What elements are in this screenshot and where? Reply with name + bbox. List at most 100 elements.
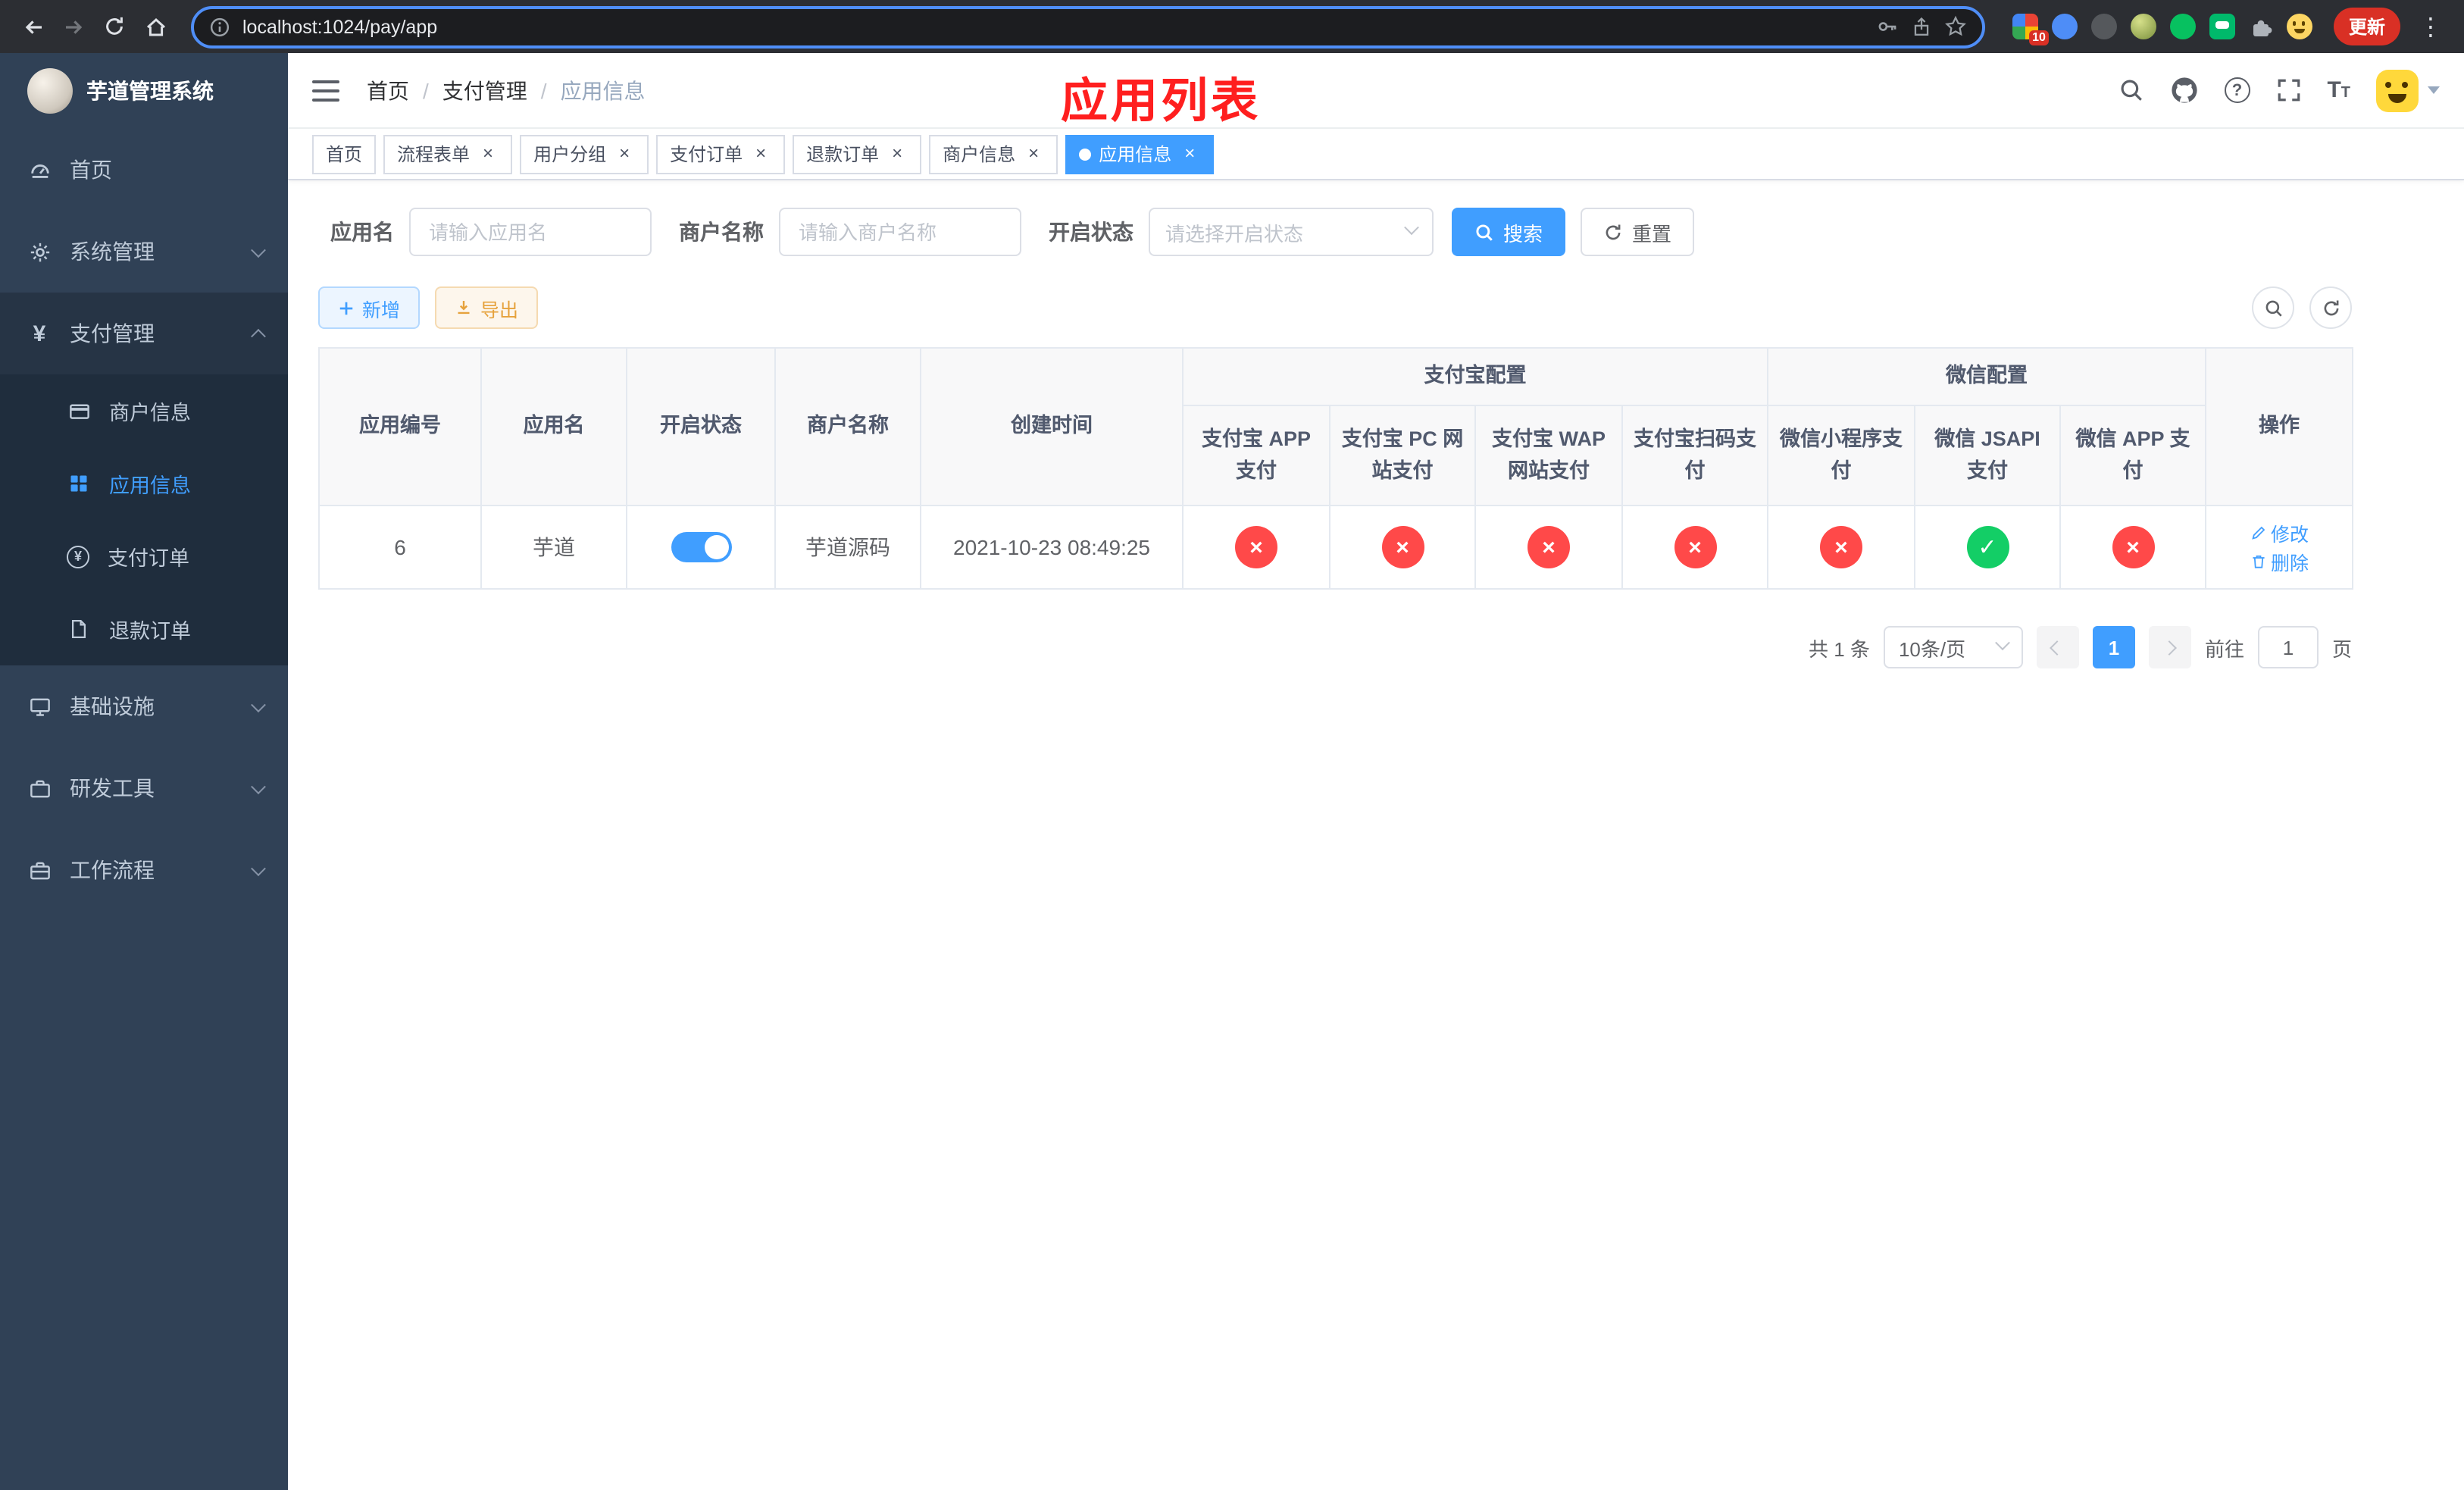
next-page-button[interactable] [2148, 626, 2191, 668]
fullscreen-icon[interactable] [2275, 77, 2301, 103]
merchant-name-label: 商户名称 [679, 220, 764, 244]
search-button[interactable]: 搜索 [1452, 208, 1566, 256]
gear-icon [27, 239, 52, 264]
wx-mini-cross-icon: × [1820, 526, 1862, 568]
reload-icon[interactable] [94, 6, 135, 47]
tab-pay-order[interactable]: 支付订单 × [656, 134, 786, 174]
page-size-select[interactable]: 10条/页 [1883, 626, 2023, 668]
status-select[interactable]: 请选择开启状态 [1149, 208, 1434, 256]
user-avatar-menu[interactable] [2376, 69, 2440, 111]
reset-button[interactable]: 重置 [1581, 208, 1695, 256]
page-number-1[interactable]: 1 [2092, 626, 2135, 668]
password-key-icon[interactable] [1876, 15, 1899, 38]
close-icon[interactable]: × [1179, 142, 1200, 164]
chevron-left-icon [2050, 640, 2065, 655]
browser-update-button[interactable]: 更新 [2333, 8, 2400, 45]
merchant-name-input[interactable] [779, 208, 1021, 256]
cell-app-name: 芋道 [480, 505, 627, 590]
puzzle-extensions-icon[interactable] [2249, 14, 2273, 39]
tab-flow-form[interactable]: 流程表单 × [383, 134, 513, 174]
close-icon[interactable]: × [614, 142, 635, 164]
sidebar-item-app-info[interactable]: 应用信息 [0, 447, 288, 520]
caret-down-icon [2428, 86, 2440, 94]
sidebar-item-label: 支付管理 [70, 321, 155, 346]
tab-label: 流程表单 [397, 144, 471, 165]
home-icon[interactable] [135, 6, 176, 47]
tab-app-info[interactable]: 应用信息 × [1065, 134, 1215, 174]
refresh-table-button[interactable] [2309, 286, 2352, 329]
page-size-value: 10条/页 [1898, 637, 1966, 660]
sidebar-item-label: 应用信息 [109, 474, 191, 497]
app-name-input[interactable] [409, 208, 652, 256]
status-toggle[interactable] [671, 532, 731, 562]
sidebar-item-refund-order[interactable]: 退款订单 [0, 593, 288, 665]
app-logo[interactable]: 芋道管理系统 [0, 53, 288, 129]
sidebar-item-label: 基础设施 [70, 694, 155, 718]
extension-green-circle-icon[interactable] [2169, 14, 2196, 39]
browser-menu-icon[interactable]: ⋮ [2409, 11, 2452, 42]
bookmark-star-icon[interactable] [1944, 15, 1967, 38]
goto-label: 前往 [2204, 637, 2244, 660]
font-size-icon[interactable]: TT [2327, 79, 2350, 102]
payment-menu-group: ¥ 支付管理 商户信息 应用信息 ¥ 支付订单 退款订单 [0, 293, 288, 665]
extension-blue-icon[interactable] [2051, 14, 2078, 39]
goto-page-input[interactable] [2257, 626, 2319, 668]
tab-label: 应用信息 [1099, 144, 1172, 165]
close-icon[interactable]: × [750, 142, 771, 164]
sidebar-item-infra[interactable]: 基础设施 [0, 665, 288, 747]
search-icon[interactable] [2118, 77, 2143, 103]
cell-app-id: 6 [318, 505, 482, 590]
tab-home[interactable]: 首页 [312, 134, 377, 174]
tab-merchant-info[interactable]: 商户信息 × [929, 134, 1058, 174]
extension-avatar-icon[interactable] [2130, 14, 2156, 39]
sidebar-toggle-icon[interactable] [312, 80, 339, 101]
wx-app-cross-icon: × [2112, 526, 2154, 568]
tab-refund-order[interactable]: 退款订单 × [793, 134, 922, 174]
tab-label: 首页 [326, 144, 363, 165]
extension-chat-icon[interactable] [2209, 14, 2235, 39]
extension-dark-icon[interactable] [2090, 14, 2117, 39]
export-button[interactable]: 导出 [435, 286, 539, 329]
col-header-alipay-qr: 支付宝扫码支付 [1621, 405, 1768, 506]
extension-grid-icon[interactable]: 10 [2012, 14, 2049, 45]
alipay-pc-cross-icon: × [1381, 526, 1424, 568]
sidebar-item-payment[interactable]: ¥ 支付管理 [0, 293, 288, 374]
close-icon[interactable]: × [1023, 142, 1044, 164]
prev-page-button[interactable] [2036, 626, 2079, 668]
forward-icon[interactable] [53, 6, 94, 47]
sidebar-item-workflow[interactable]: 工作流程 [0, 829, 288, 911]
github-icon[interactable] [2169, 76, 2198, 105]
chevron-up-icon [251, 327, 266, 343]
sidebar-item-system[interactable]: 系统管理 [0, 211, 288, 293]
sidebar-item-merchant-info[interactable]: 商户信息 [0, 374, 288, 447]
emoji-extension-icon[interactable] [2286, 14, 2312, 39]
col-header-name: 应用名 [480, 347, 627, 506]
screen: localhost:1024/pay/app 10 更新 ⋮ 芋道管理系统 首页… [0, 0, 2464, 1490]
close-icon[interactable]: × [886, 142, 908, 164]
share-icon[interactable] [1911, 16, 1932, 37]
breadcrumb-payment[interactable]: 支付管理 [442, 75, 527, 105]
chevron-down-icon [1995, 635, 2010, 651]
toggle-search-button[interactable] [2252, 286, 2294, 329]
back-icon[interactable] [12, 6, 53, 47]
help-icon[interactable]: ? [2224, 77, 2250, 103]
app-name-label: 应用名 [330, 220, 394, 244]
circled-yen-icon: ¥ [67, 545, 89, 568]
delete-button[interactable]: 删除 [2250, 547, 2309, 576]
sidebar-item-home[interactable]: 首页 [0, 129, 288, 211]
cell-status [626, 505, 776, 590]
add-button[interactable]: 新增 [318, 286, 421, 329]
breadcrumb-home[interactable]: 首页 [367, 75, 409, 105]
tab-label: 用户分组 [533, 144, 607, 165]
col-header-wx-app: 微信 APP 支付 [2059, 405, 2207, 506]
close-icon[interactable]: × [477, 142, 499, 164]
sidebar-item-devtools[interactable]: 研发工具 [0, 747, 288, 829]
active-dot [1079, 148, 1092, 160]
edit-button[interactable]: 修改 [2250, 518, 2309, 547]
table-toolbar: 新增 导出 [318, 286, 2352, 329]
sidebar-item-pay-order[interactable]: ¥ 支付订单 [0, 520, 288, 593]
tab-user-group[interactable]: 用户分组 × [520, 134, 649, 174]
page-info-icon[interactable] [209, 16, 230, 37]
group-header-alipay: 支付宝配置 [1182, 347, 1768, 406]
address-bar[interactable]: localhost:1024/pay/app [191, 5, 1985, 48]
